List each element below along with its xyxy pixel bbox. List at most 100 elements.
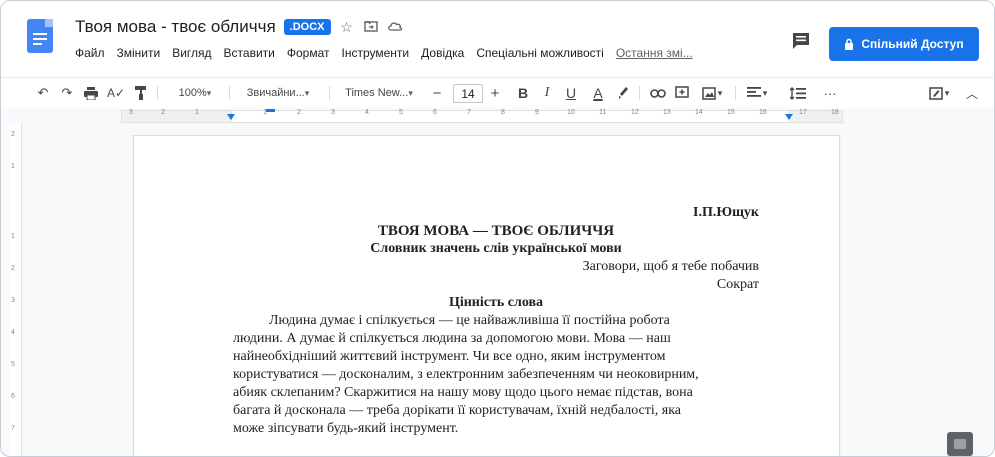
text-color-button[interactable]: A [589,78,607,108]
first-line-indent-marker[interactable] [266,109,275,112]
ruler-number: 8 [501,109,505,116]
ruler-number: 9 [535,109,539,116]
left-indent-marker[interactable] [227,114,235,120]
paragraph-line: найнеобхідніший життєвий інструмент. Чи … [233,349,666,364]
horizontal-ruler: 3 2 1 1 2 3 4 5 6 7 8 9 10 11 12 13 14 1… [1,108,994,123]
vruler-number: 6 [11,393,15,400]
vruler-number: 7 [11,425,15,432]
menu-file[interactable]: Файл [75,46,105,60]
insert-image-icon[interactable]: ▾ [697,78,727,108]
editing-mode-icon[interactable]: ▾ [925,78,953,108]
vruler-number: 5 [11,361,15,368]
ruler-number: 16 [759,109,767,116]
document-body[interactable]: І.П.Ющук ТВОЯ МОВА — ТВОЄ ОБЛИЧЧЯ Словни… [233,204,759,438]
spellcheck-icon[interactable]: A✓ [107,78,125,108]
paragraph-line: людини. А думає й спілкується людина за … [233,331,671,346]
zoom-select[interactable]: 100% [169,78,221,108]
font-size-decrease-button[interactable]: − [429,78,445,108]
section-heading: Цінність слова [448,295,544,310]
toolbar: ↶ ↷ A✓ 100% Звичайни... Times New... − 1… [1,77,994,109]
comment-icon [793,33,809,49]
redo-icon[interactable]: ↷ [59,78,75,108]
font-size-increase-button[interactable]: + [487,78,503,108]
paragraph-line: абияк склепаним? Скаржитися на нашу мову… [233,385,693,400]
toolbar-divider [735,86,736,100]
explore-icon[interactable] [947,432,973,456]
ruler-number: 7 [467,109,471,116]
italic-button[interactable]: I [539,78,555,108]
ruler-number: 3 [129,109,133,116]
paragraph-line: Людина думає і спілкується — це найважли… [269,313,670,328]
menu-format[interactable]: Формат [287,46,330,60]
author-line: І.П.Ющук [693,205,759,220]
ruler-number: 6 [433,109,437,116]
document-subtitle: Словник значень слів української мови [370,241,622,256]
epigraph: Заговори, щоб я тебе побачив [582,259,759,274]
ruler-number: 12 [631,109,639,116]
ruler-number: 17 [799,109,807,116]
insert-link-icon[interactable] [649,78,667,108]
align-icon[interactable]: ▾ [743,78,771,108]
more-options-button[interactable]: ··· [821,78,839,108]
toolbar-divider [329,86,330,100]
menu-accessibility[interactable]: Спеціальні можливості [476,46,604,60]
paragraph-line: може зіпсувати будь-який інструмент. [233,421,459,436]
star-icon[interactable]: ☆ [339,19,355,36]
ruler-number: 1 [195,109,199,116]
collapse-toolbar-icon[interactable]: ︿ [963,78,981,108]
highlight-color-icon[interactable] [615,78,631,108]
vruler-number: 3 [11,297,15,304]
font-size-input[interactable]: 14 [453,84,483,103]
ruler-left-margin [121,110,233,123]
line-spacing-icon[interactable] [783,78,813,108]
ruler-number: 14 [695,109,703,116]
ruler-number: 2 [297,109,301,116]
vruler-number: 4 [11,329,15,336]
ruler-number: 18 [831,109,839,116]
share-button-label: Спільний Доступ [861,37,964,51]
menu-help[interactable]: Довідка [421,46,464,60]
menu-tools[interactable]: Інструменти [342,46,410,60]
paint-format-icon[interactable] [133,78,149,108]
paragraph-line: багата й досконала — треба дорікати її к… [233,403,682,418]
comments-button[interactable] [791,31,815,53]
menu-bar: Файл Змінити Вигляд Вставити Формат Інст… [75,46,693,60]
toolbar-divider [639,86,640,100]
document-heading: ТВОЯ МОВА — ТВОЄ ОБЛИЧЧЯ [377,223,615,239]
toolbar-divider [229,86,230,100]
ruler-number: 3 [331,109,335,116]
toolbar-divider [157,86,158,100]
title-bar: Твоя мова - твоє обличчя .DOCX ☆ Файл Зм… [1,1,994,77]
menu-view[interactable]: Вигляд [172,46,211,60]
last-edit-link[interactable]: Остання змі... [616,46,693,60]
title-row: Твоя мова - твоє обличчя .DOCX ☆ [75,14,403,40]
print-icon[interactable] [83,78,99,108]
ruler-number: 10 [567,109,575,116]
document-title[interactable]: Твоя мова - твоє обличчя [75,17,276,37]
paragraph-line: користуватися — досконалим, з електронни… [233,367,699,382]
bold-button[interactable]: B [515,78,531,108]
ruler-number: 2 [161,109,165,116]
vertical-ruler: 2 1 1 2 3 4 5 6 7 [9,123,22,456]
file-type-badge: .DOCX [283,19,331,35]
vruler-number: 1 [11,163,15,170]
docs-logo-icon[interactable] [27,19,53,53]
ruler-number: 4 [365,109,369,116]
font-family-select[interactable]: Times New... [337,78,421,108]
menu-insert[interactable]: Вставити [224,46,275,60]
lock-icon [845,38,854,50]
right-indent-marker[interactable] [785,114,793,120]
vruler-number: 1 [11,233,15,240]
document-page[interactable]: І.П.Ющук ТВОЯ МОВА — ТВОЄ ОБЛИЧЧЯ Словни… [133,135,840,456]
vruler-number: 2 [11,131,15,138]
share-button[interactable]: Спільний Доступ [829,27,979,61]
undo-icon[interactable]: ↶ [35,78,51,108]
menu-edit[interactable]: Змінити [117,46,161,60]
underline-button[interactable]: U [563,78,579,108]
paragraph-style-select[interactable]: Звичайни... [237,78,319,108]
add-comment-icon[interactable] [673,78,691,108]
ruler-number: 15 [727,109,735,116]
app-window: Твоя мова - твоє обличчя .DOCX ☆ Файл Зм… [0,0,995,457]
folder-move-icon[interactable] [363,19,379,35]
cloud-status-icon[interactable] [387,19,403,35]
